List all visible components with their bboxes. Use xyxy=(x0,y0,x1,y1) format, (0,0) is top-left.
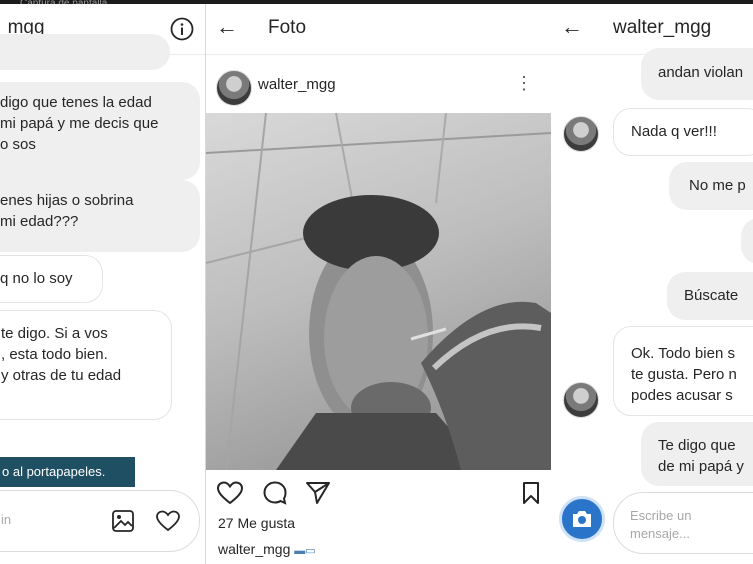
composer-placeholder: in xyxy=(1,512,12,527)
message-bubble: digo que tenes la edad mi papá y me deci… xyxy=(0,82,200,180)
message-line: de mi papá y xyxy=(658,458,744,475)
message-line: mi papá y me decis que xyxy=(0,115,159,132)
composer-placeholder: Escribe un xyxy=(630,508,692,523)
avatar[interactable] xyxy=(563,382,599,418)
message-line: te gusta. Pero n xyxy=(631,366,737,383)
bookmark-icon[interactable] xyxy=(521,481,541,505)
message-line: podes acusar s xyxy=(631,387,733,404)
photo-post-panel: ← Foto walter_mgg ⋮ 27 Me gusta walter_m… xyxy=(205,4,552,564)
message-line: enes hijas o sobrina xyxy=(0,192,134,209)
message-line: Ok. Todo bien s xyxy=(631,345,735,362)
message-bubble: Te digo que de mi papá y xyxy=(641,422,753,486)
message-line: mi edad??? xyxy=(0,213,79,230)
send-icon[interactable] xyxy=(305,481,331,505)
message-line: digo que tenes la edad xyxy=(0,94,152,111)
post-photo[interactable] xyxy=(206,113,551,470)
message-line: Nada q ver!!! xyxy=(631,123,717,140)
right-chat-title[interactable]: walter_mgg xyxy=(613,17,711,39)
message-bubble: Nada q ver!!! xyxy=(613,108,753,156)
back-arrow-icon[interactable]: ← xyxy=(561,16,583,38)
message-bubble: No me p xyxy=(669,162,753,210)
message-bubble: te digo. Si a vos , esta todo bien. y ot… xyxy=(0,310,172,420)
message-bubble: andan violan xyxy=(641,48,753,100)
message-line: y otras de tu edad xyxy=(1,367,122,384)
post-caption: walter_mgg ▬▭ xyxy=(218,541,316,557)
message-bubble xyxy=(741,218,753,264)
comment-icon[interactable] xyxy=(262,480,288,506)
heart-icon[interactable] xyxy=(155,509,181,533)
photo-image xyxy=(206,113,551,470)
back-arrow-icon[interactable]: ← xyxy=(216,16,238,38)
message-bubble xyxy=(0,34,170,70)
message-line: o sos xyxy=(0,136,36,153)
avatar[interactable] xyxy=(563,116,599,152)
info-icon[interactable] xyxy=(170,17,194,41)
camera-icon xyxy=(573,511,591,527)
right-chat-panel: ← walter_mgg andan violan Nada q ver!!! … xyxy=(551,4,753,564)
message-line: Te digo que xyxy=(658,437,736,454)
heart-icon[interactable] xyxy=(216,480,244,506)
message-line: , esta todo bien. xyxy=(1,346,108,363)
message-line: Búscate xyxy=(684,287,739,304)
message-line: andan violan xyxy=(658,64,744,81)
camera-button[interactable] xyxy=(559,496,605,542)
gallery-icon[interactable] xyxy=(111,509,135,533)
message-bubble: Búscate xyxy=(667,272,753,320)
caption-username[interactable]: walter_mgg xyxy=(218,541,290,557)
message-line: te digo. Si a vos xyxy=(1,325,108,342)
caption-emoji: ▬▭ xyxy=(294,545,316,557)
message-bubble: Ok. Todo bien s te gusta. Pero n podes a… xyxy=(613,326,753,416)
message-line: No me p xyxy=(689,177,746,194)
post-username[interactable]: walter_mgg xyxy=(258,76,336,93)
avatar[interactable] xyxy=(216,70,252,106)
message-composer[interactable]: in xyxy=(0,490,200,552)
likes-count[interactable]: 27 Me gusta xyxy=(218,515,295,531)
left-chat-panel: _mgg digo que tenes la edad mi papá y me… xyxy=(0,4,205,564)
message-bubble: q no lo soy xyxy=(0,255,103,303)
copied-toast: o al portapapeles. xyxy=(0,457,135,487)
composer-placeholder: mensaje... xyxy=(630,526,690,541)
message-composer[interactable]: Escribe un mensaje... xyxy=(613,492,753,554)
message-bubble: enes hijas o sobrina mi edad??? xyxy=(0,180,200,252)
more-icon[interactable]: ⋮ xyxy=(515,74,533,92)
photo-header: ← Foto xyxy=(206,4,551,55)
photo-title: Foto xyxy=(268,17,307,38)
message-line: q no lo soy xyxy=(0,270,73,287)
